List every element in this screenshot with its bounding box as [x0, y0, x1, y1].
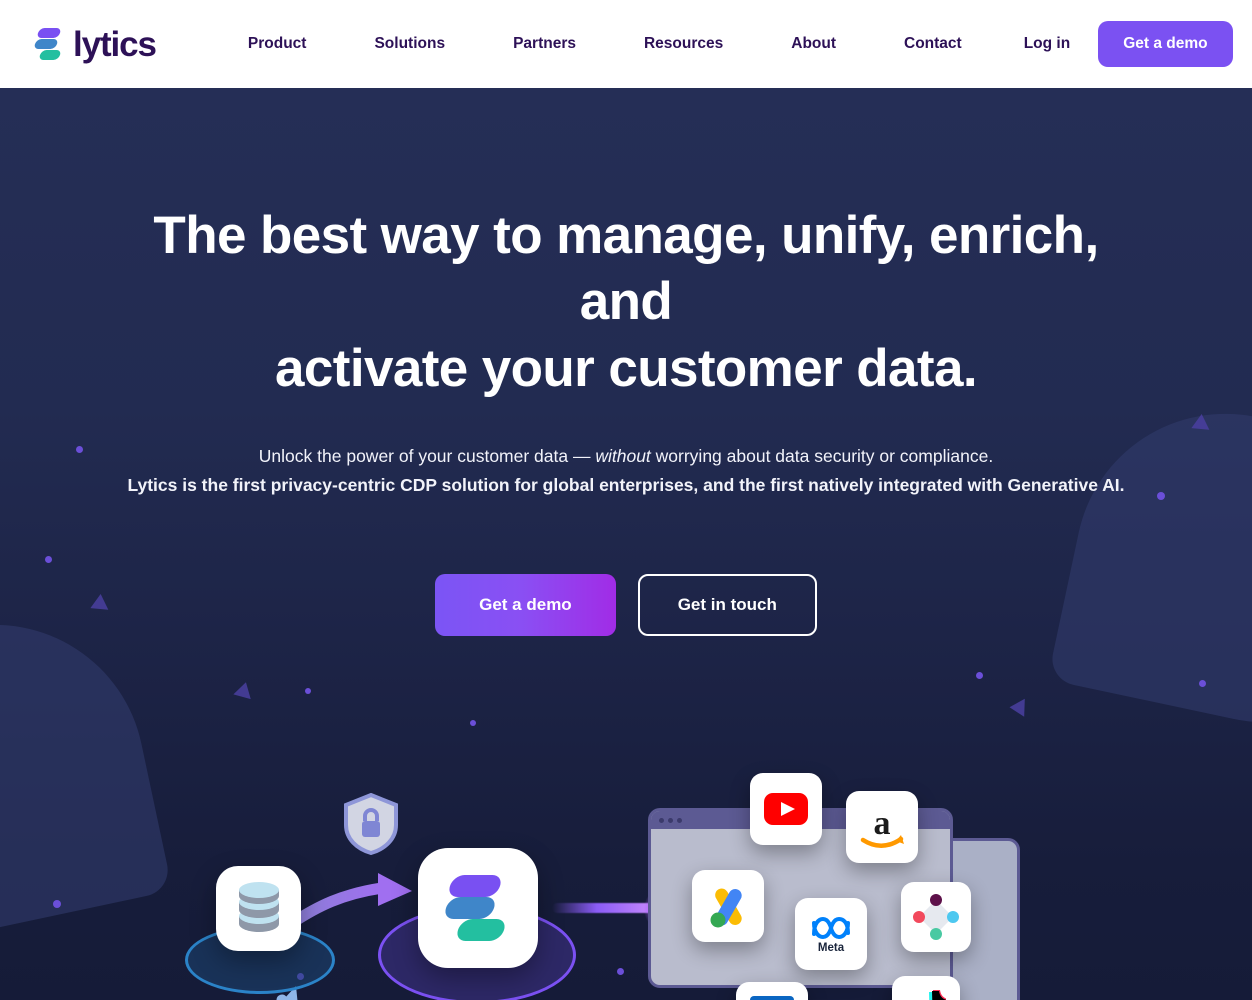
segment-icon [913, 894, 959, 940]
integration-card-linkedin[interactable] [736, 982, 808, 1000]
svg-text:a: a [874, 805, 891, 842]
headline-line-1: The best way to manage, unify, enrich, a… [153, 206, 1099, 332]
lytics-logo-icon [32, 25, 64, 63]
database-icon [238, 881, 279, 932]
nav-item-contact[interactable]: Contact [870, 35, 996, 53]
headline-line-2: activate your customer data. [275, 338, 978, 398]
nav-item-resources[interactable]: Resources [610, 35, 757, 53]
main-nav: Product Solutions Partners Resources Abo… [214, 35, 996, 53]
get-a-demo-button-hero[interactable]: Get a demo [435, 574, 616, 637]
login-link[interactable]: Log in [996, 35, 1099, 53]
nav-item-solutions[interactable]: Solutions [340, 35, 479, 53]
brand-name: lytics [73, 24, 157, 64]
linkedin-icon [750, 996, 794, 1000]
nav-item-product[interactable]: Product [214, 35, 341, 53]
hero-subtitle: Unlock the power of your customer data —… [91, 442, 1161, 500]
nav-item-about[interactable]: About [757, 35, 870, 53]
tiktok-icon [929, 990, 946, 1000]
integration-card-amazon[interactable]: a [846, 791, 918, 863]
integration-card-youtube[interactable] [750, 773, 822, 845]
nav-item-partners[interactable]: Partners [479, 35, 610, 53]
hero-section: The best way to manage, unify, enrich, a… [0, 88, 1252, 1000]
database-card [216, 866, 301, 951]
lytics-card [418, 848, 538, 968]
get-a-demo-button-header[interactable]: Get a demo [1098, 21, 1233, 67]
landing-page: lytics Product Solutions Partners Resour… [0, 0, 1252, 1000]
page-title: The best way to manage, unify, enrich, a… [116, 203, 1136, 402]
integration-card-tiktok[interactable] [892, 976, 960, 1000]
amazon-icon: a [860, 805, 904, 848]
brand-logo[interactable]: lytics [32, 24, 157, 64]
hero-cta-row: Get a demo Get in touch [0, 574, 1252, 637]
data-flow-arrows-icon [276, 873, 412, 1000]
header-actions: Log in Get a demo [996, 21, 1233, 67]
subtitle-part-b: worrying about data security or complian… [650, 445, 994, 466]
integration-card-segment[interactable] [901, 882, 971, 952]
google-ads-icon [710, 888, 742, 928]
hero-illustration: a Meta [0, 648, 1252, 1000]
site-header: lytics Product Solutions Partners Resour… [0, 0, 1252, 88]
integration-card-meta[interactable]: Meta [795, 898, 867, 970]
shield-lock-icon [343, 792, 399, 860]
youtube-icon [764, 793, 808, 825]
get-in-touch-button[interactable]: Get in touch [637, 574, 817, 637]
hero-content: The best way to manage, unify, enrich, a… [0, 88, 1252, 637]
subtitle-emphasis: without [595, 445, 651, 466]
meta-wordmark: Meta [817, 941, 845, 954]
meta-icon [812, 916, 850, 939]
lytics-logo-icon [442, 869, 512, 947]
subtitle-part-a: Unlock the power of your customer data — [258, 445, 596, 466]
subtitle-bold-line: Lytics is the first privacy-centric CDP … [127, 475, 1125, 496]
integration-card-google-ads[interactable] [692, 870, 764, 942]
